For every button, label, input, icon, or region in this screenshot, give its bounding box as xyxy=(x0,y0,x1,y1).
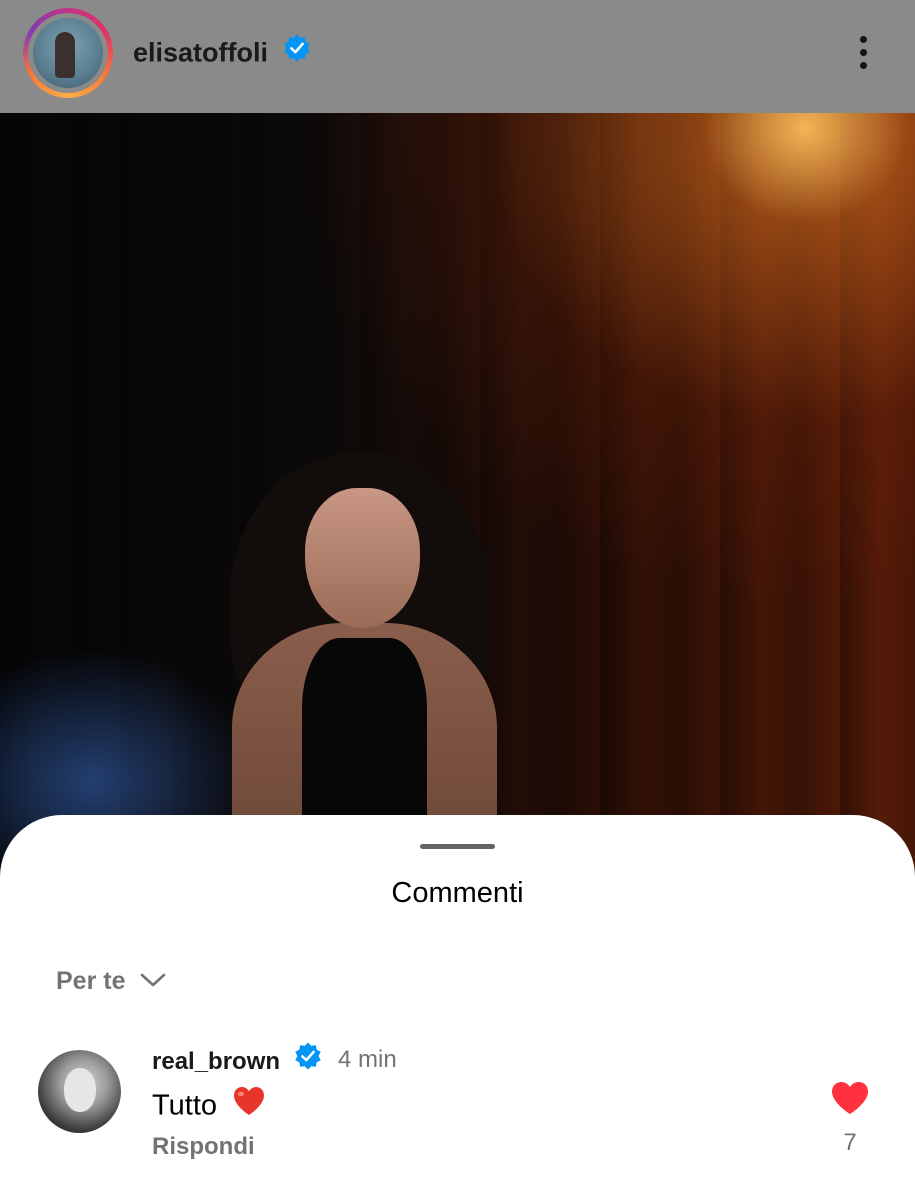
commenter-avatar-face xyxy=(64,1068,96,1112)
filter-label[interactable]: Per te xyxy=(56,967,125,995)
comment-text: Tutto xyxy=(152,1087,267,1127)
post-photo[interactable] xyxy=(0,113,915,873)
kebab-dot xyxy=(859,62,867,69)
post-header: elisatoffoli xyxy=(0,0,915,113)
avatar-image xyxy=(33,18,103,88)
commenter-username-text[interactable]: real_brown xyxy=(152,1048,280,1075)
avatar-ring-gap xyxy=(28,13,108,93)
more-vertical-icon[interactable] xyxy=(846,30,880,76)
kebab-dot xyxy=(859,36,867,43)
avatar-figure xyxy=(55,32,75,78)
comment-sort-filter[interactable]: Per te xyxy=(56,967,166,997)
sheet-drag-handle[interactable] xyxy=(420,844,495,849)
red-heart-emoji-icon xyxy=(231,1085,267,1125)
comments-sheet: Commenti Per te real_brown 4 min Tutto R… xyxy=(0,815,915,1200)
author-avatar[interactable] xyxy=(23,8,113,98)
author-username-text[interactable]: elisatoffoli xyxy=(133,38,268,68)
like-count: 7 xyxy=(843,1129,857,1156)
comment-text-body: Tutto xyxy=(152,1089,218,1122)
commenter-avatar[interactable] xyxy=(38,1050,121,1133)
verified-badge-icon xyxy=(282,33,312,70)
verified-badge-icon xyxy=(293,1041,323,1078)
sheet-title: Commenti xyxy=(391,877,524,909)
reply-button[interactable]: Rispondi xyxy=(152,1133,255,1161)
performer-face xyxy=(305,488,420,628)
heart-filled-icon[interactable] xyxy=(830,1080,870,1116)
comment-timestamp: 4 min xyxy=(338,1046,397,1073)
commenter-username[interactable]: real_brown xyxy=(152,1041,323,1081)
chevron-down-icon[interactable] xyxy=(140,966,166,995)
author-username[interactable]: elisatoffoli xyxy=(133,33,312,73)
kebab-dot xyxy=(859,49,867,56)
